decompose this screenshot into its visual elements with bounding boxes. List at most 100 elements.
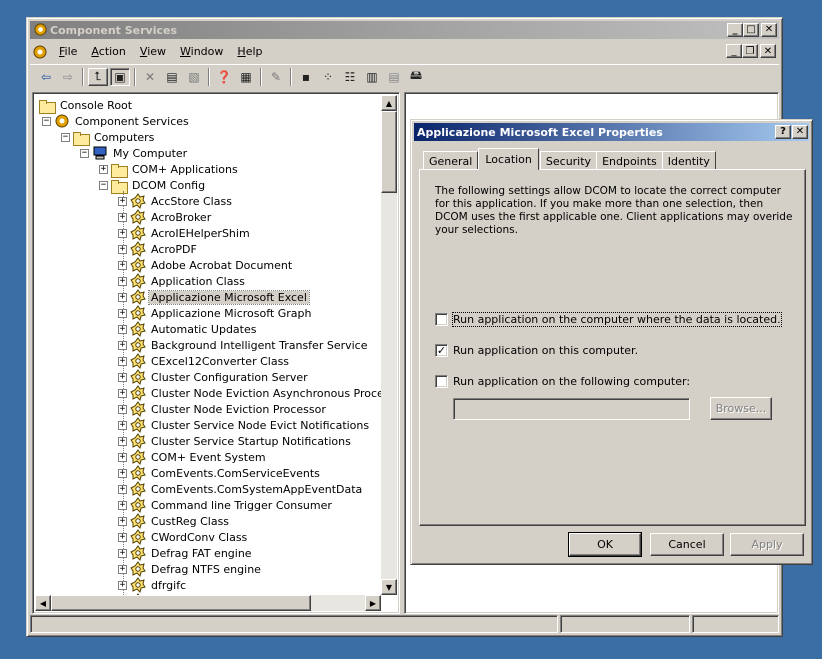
tree-node-dcom-config[interactable]: DCOM Config [111,177,207,194]
expand-toggle[interactable]: + [118,565,127,574]
expand-toggle[interactable]: + [118,453,127,462]
expand-toggle[interactable]: + [118,437,127,446]
scroll-left-icon[interactable]: ◀ [35,595,51,611]
expand-toggle[interactable]: + [118,469,127,478]
expand-toggle[interactable]: + [118,245,127,254]
dialog-titlebar[interactable]: Applicazione Microsoft Excel Properties … [414,123,809,141]
properties-icon[interactable]: ▤ [162,68,182,86]
dcom-app-item[interactable]: Cluster Service Startup Notifications [130,433,353,449]
dcom-app-item[interactable]: Cluster Service Node Evict Notifications [130,417,371,433]
expand-toggle[interactable]: + [118,277,127,286]
dcom-app-item[interactable]: Automatic Updates [130,321,258,337]
child-restore-button[interactable]: ❐ [742,44,758,58]
expand-toggle[interactable]: + [118,213,127,222]
back-arrow-icon[interactable]: ⇦ [36,68,56,86]
dcom-app-item[interactable]: Background Intelligent Transfer Service [130,337,370,353]
dcom-app-item[interactable]: CExcel12Converter Class [130,353,291,369]
main-titlebar[interactable]: Component Services _ □ ✕ [30,21,779,39]
refresh-icon[interactable]: ▧ [184,68,204,86]
computer-icon[interactable]: 🖴 [406,68,426,86]
menu-action[interactable]: Action [84,45,132,58]
large-icons-icon[interactable]: ▪ [296,68,316,86]
expand-toggle[interactable]: + [118,197,127,206]
dcom-app-item[interactable]: Applicazione Microsoft Graph [130,305,313,321]
dcom-app-item[interactable]: dfrgifc [130,577,188,593]
option-following-computer[interactable]: Run application on the following compute… [435,375,690,388]
dcom-app-item[interactable]: Application Class [130,273,247,289]
expand-toggle[interactable]: + [118,325,127,334]
help-icon[interactable]: ❓ [214,68,234,86]
dcom-app-item[interactable]: Cluster Node Eviction Asynchronous Proce… [130,385,381,401]
menu-window[interactable]: Window [173,45,230,58]
tab-security[interactable]: Security [539,151,598,170]
dcom-app-item[interactable]: CustReg Class [130,513,231,529]
tree-node-complus-applications[interactable]: COM+ Applications [111,161,240,178]
expand-toggle[interactable]: + [118,261,127,270]
scroll-thumb[interactable] [51,595,311,611]
checkbox[interactable] [435,313,448,326]
list-view-icon[interactable]: ☷ [340,68,360,86]
tab-endpoints[interactable]: Endpoints [596,151,663,170]
checkbox[interactable]: ✓ [435,344,448,357]
expand-toggle[interactable]: + [118,581,127,590]
status-view-icon[interactable]: ▤ [384,68,404,86]
option-this-computer[interactable]: ✓ Run application on this computer. [435,344,638,357]
expand-toggle[interactable]: + [118,357,127,366]
browse-button[interactable]: Browse... [710,397,772,420]
dcom-app-item[interactable]: COM+ Event System [130,449,268,465]
help-button[interactable]: ? [775,125,791,139]
tree-vertical-scrollbar[interactable]: ▲ ▼ [381,95,397,595]
scroll-right-icon[interactable]: ▶ [365,595,381,611]
expand-toggle[interactable]: + [118,501,127,510]
expand-toggle[interactable]: + [118,549,127,558]
expand-toggle[interactable]: + [118,293,127,302]
detail-view-icon[interactable]: ▥ [362,68,382,86]
apply-button[interactable]: Apply [730,533,804,556]
tab-identity[interactable]: Identity [661,151,716,170]
dcom-app-item[interactable]: Cluster Configuration Server [130,369,310,385]
expand-toggle[interactable]: + [118,517,127,526]
collapse-toggle[interactable]: − [42,117,51,126]
option-data-location[interactable]: Run application on the computer where th… [435,312,782,327]
collapse-toggle[interactable]: − [80,149,89,158]
menu-file[interactable]: File [52,45,84,58]
expand-toggle[interactable]: + [118,533,127,542]
delete-icon[interactable]: ✕ [140,68,160,86]
dcom-app-item[interactable]: ComEvents.ComSystemAppEventData [130,481,364,497]
dcom-app-item[interactable]: Cluster Node Eviction Processor [130,401,328,417]
tree-node-computers[interactable]: Computers [73,129,156,146]
close-button[interactable]: ✕ [761,23,777,37]
child-close-button[interactable]: ✕ [760,44,776,58]
scroll-thumb[interactable] [381,111,397,193]
show-hide-icon[interactable]: ▦ [236,68,256,86]
expand-toggle[interactable]: + [99,165,108,174]
up-level-icon[interactable]: ⮤ [88,67,108,86]
dcom-app-item[interactable]: AccStore Class [130,193,234,209]
dcom-app-item[interactable]: Defrag FAT engine [130,545,254,561]
expand-toggle[interactable]: + [118,309,127,318]
expand-toggle[interactable]: + [118,405,127,414]
dcom-app-item[interactable]: ComEvents.ComServiceEvents [130,465,322,481]
dcom-app-item[interactable]: AcroIEHelperShim [130,225,252,241]
dcom-app-item[interactable]: CWordConv Class [130,529,249,545]
app-menu-icon[interactable] [32,44,48,60]
ok-button[interactable]: OK [568,532,642,557]
new-icon[interactable]: ✎ [266,68,286,86]
small-icons-icon[interactable]: ⁘ [318,68,338,86]
tab-general[interactable]: General [423,151,479,170]
minimize-button[interactable]: _ [727,23,743,37]
dcom-app-item[interactable]: Applicazione Microsoft Excel [130,289,310,305]
maximize-button[interactable]: □ [743,23,759,37]
dcom-app-item[interactable]: Command line Trigger Consumer [130,497,334,513]
dcom-app-item[interactable]: AcroBroker [130,209,213,225]
collapse-toggle[interactable]: − [99,181,108,190]
tree-node-component-services[interactable]: Component Services [54,113,191,129]
scroll-down-icon[interactable]: ▼ [381,579,397,595]
collapse-toggle[interactable]: − [61,133,70,142]
expand-toggle[interactable]: + [118,485,127,494]
tree-horizontal-scrollbar[interactable]: ◀ ▶ [35,595,381,611]
show-tree-icon[interactable]: ▣ [110,67,130,86]
expand-toggle[interactable]: + [118,389,127,398]
scroll-up-icon[interactable]: ▲ [381,95,397,111]
forward-arrow-icon[interactable]: ⇨ [58,68,78,86]
